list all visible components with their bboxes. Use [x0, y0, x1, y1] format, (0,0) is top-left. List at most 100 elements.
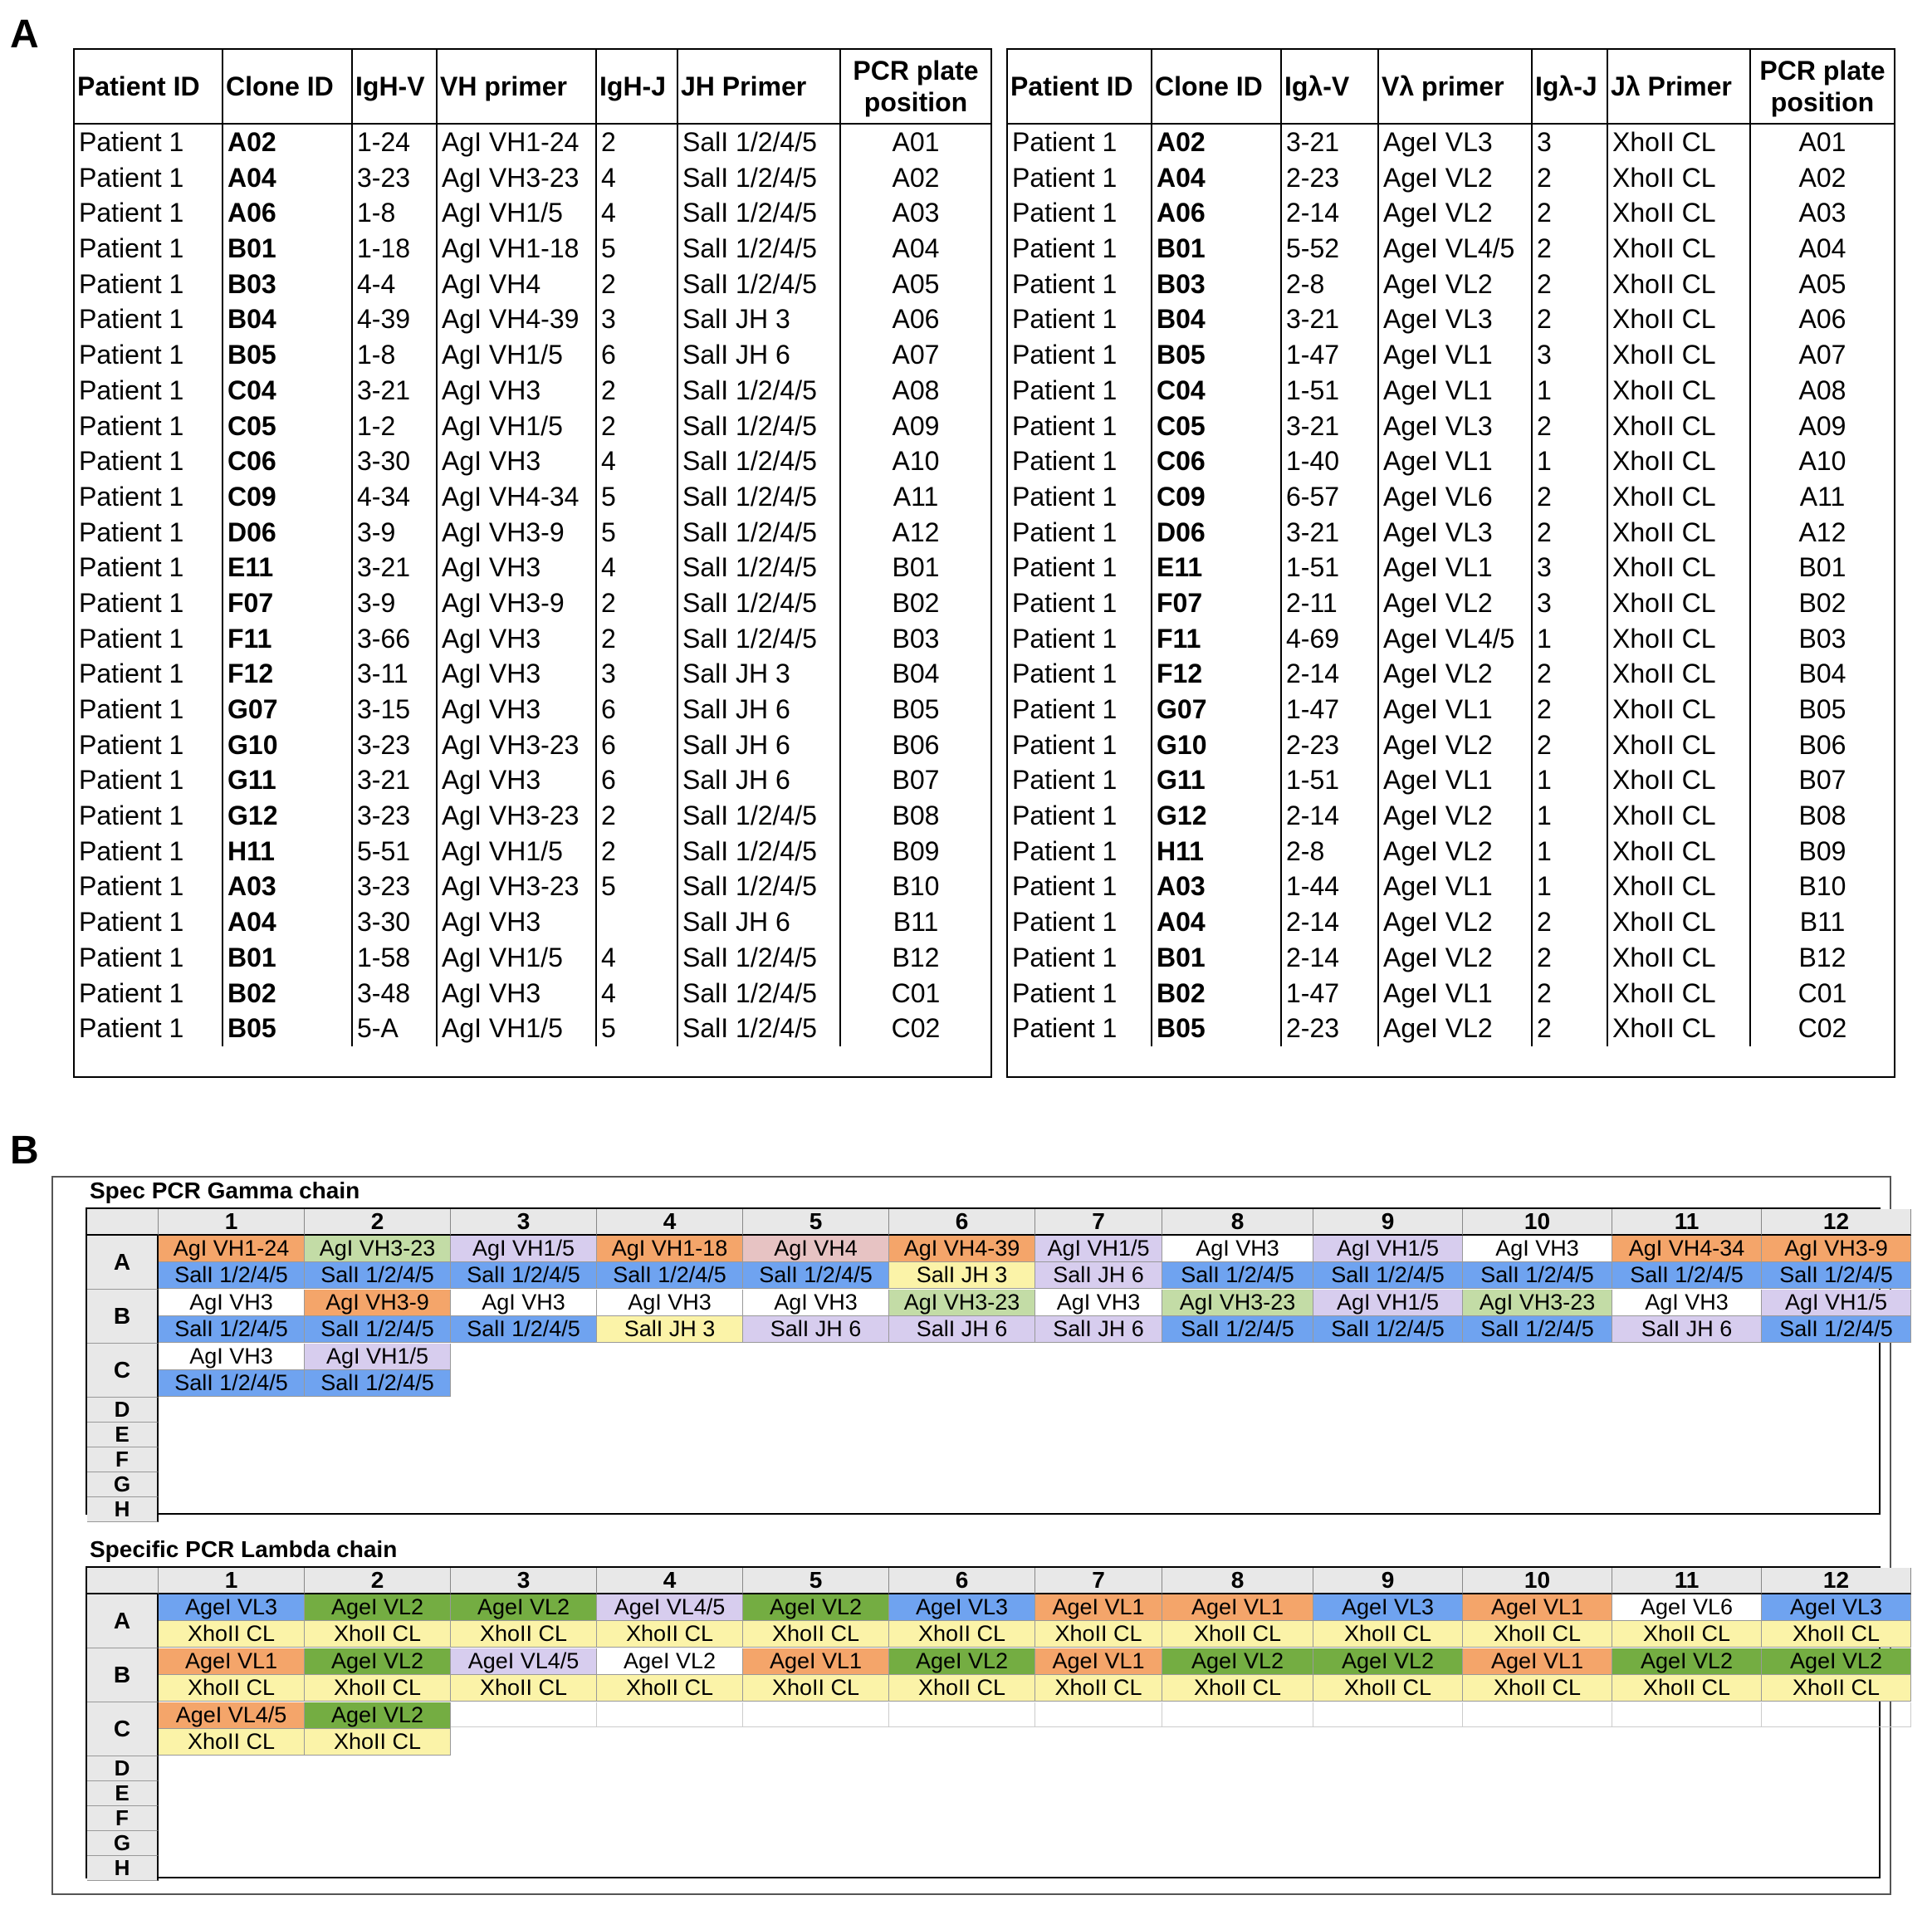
v-primer-label: AgI VH3	[1035, 1290, 1162, 1316]
empty-well	[597, 1781, 743, 1805]
table-row: Patient 1 B03 2-8 AgeI VL2 2 XhoII CL A05	[1008, 266, 1894, 302]
table-cell: A12	[839, 514, 990, 551]
empty-well	[1463, 1497, 1612, 1521]
table-cell: G11	[1151, 762, 1281, 799]
table-cell: AgI VH1/5	[436, 939, 596, 976]
empty-well	[1463, 1447, 1612, 1472]
table-cell: XhoII CL	[1607, 195, 1750, 232]
table-cell: B02	[1151, 975, 1281, 1011]
table-cell: Patient 1	[1012, 410, 1118, 441]
table-cell: AgeI VL3	[1377, 514, 1532, 551]
plate-well: AgeI VL1 XhoII CL	[1463, 1594, 1612, 1648]
table-cell: F12	[1151, 656, 1281, 692]
table-cell: Patient 1	[79, 162, 184, 193]
table-cell: AgI VH3	[436, 975, 596, 1011]
plate-column-header: 12	[1762, 1209, 1911, 1236]
v-primer-label: AgI VH1/5	[1035, 1236, 1162, 1262]
table-cell: 1	[1531, 869, 1607, 905]
plate-row-header: C	[87, 1344, 159, 1398]
v-primer-label: AgeI VL3	[889, 1594, 1034, 1621]
table-row: Patient 1 C04 3-21 AgI VH3 2 SalI 1/2/4/5 A08	[75, 372, 990, 409]
table-cell: A05	[1749, 266, 1894, 302]
empty-well	[889, 1781, 1035, 1805]
table-cell: Patient 1	[1012, 481, 1118, 512]
table-cell: AgeI VL3	[1377, 301, 1532, 338]
v-primer-label: AgI VH3	[743, 1290, 888, 1316]
j-primer-label: SalI 1/2/4/5	[305, 1316, 450, 1342]
j-primer-label: XhoII CL	[1035, 1621, 1162, 1647]
table-cell: 4-4	[351, 266, 437, 302]
table-row: Patient 1 C04 1-51 AgeI VL1 1 XhoII CL A08	[1008, 372, 1894, 409]
j-primer-label: XhoII CL	[1463, 1621, 1612, 1647]
empty-well	[1612, 1781, 1762, 1805]
table-cell: B07	[1749, 762, 1894, 799]
empty-well	[889, 1806, 1035, 1830]
table-cell: C02	[839, 1011, 990, 1046]
empty-well	[451, 1856, 597, 1880]
table-cell: Patient 1	[1012, 268, 1118, 299]
empty-well	[743, 1806, 889, 1830]
empty-well	[1035, 1344, 1162, 1397]
table-cell: Patient 1	[1012, 233, 1118, 264]
empty-well	[305, 1756, 451, 1780]
table-cell: AgI VH1/5	[436, 195, 596, 232]
table-cell: AgI VH1/5	[436, 833, 596, 869]
empty-well	[1035, 1398, 1162, 1422]
empty-well	[1313, 1447, 1463, 1472]
table-cell: 4-69	[1280, 620, 1378, 657]
table-cell: AgeI VL1	[1377, 443, 1532, 479]
table-cell: 2-14	[1280, 904, 1378, 940]
plate-well: AgeI VL2 XhoII CL	[1612, 1648, 1762, 1702]
empty-well	[451, 1472, 597, 1496]
j-primer-label: XhoII CL	[159, 1675, 304, 1701]
table-cell: F12	[222, 656, 352, 692]
table-cell: SalI JH 3	[677, 301, 840, 338]
plate-column-header: 1	[159, 1209, 305, 1236]
table-row: Patient 1 G10 3-23 AgI VH3-23 6 SalI JH 6 B06	[75, 727, 990, 763]
table-cell: 3-15	[351, 692, 437, 727]
j-primer-label: SalI 1/2/4/5	[743, 1262, 888, 1288]
table-cell: SalI 1/2/4/5	[677, 939, 840, 976]
table-cell: 2-23	[1280, 727, 1378, 763]
table-row: Patient 1 C06 3-30 AgI VH3 4 SalI 1/2/4/5 A10	[75, 443, 990, 479]
plate-well: AgI VH4 SalI 1/2/4/5	[743, 1236, 889, 1289]
table-cell: 2	[595, 124, 677, 160]
plate-row-header: H	[87, 1856, 159, 1881]
table-cell: AgI VH3-23	[436, 159, 596, 196]
j-primer-label: XhoII CL	[1162, 1675, 1313, 1701]
table-cell: AgeI VL2	[1377, 1011, 1532, 1046]
empty-well	[159, 1472, 305, 1496]
empty-well	[1612, 1497, 1762, 1521]
table-cell: 5-51	[351, 833, 437, 869]
table-cell: 2	[1531, 301, 1607, 338]
empty-well	[1612, 1423, 1762, 1447]
plate-well: AgeI VL2 XhoII CL	[743, 1594, 889, 1648]
table-cell: 1-51	[1280, 550, 1378, 585]
table-cell: 3-21	[351, 372, 437, 409]
table-cell: 3	[595, 656, 677, 692]
table-cell: B03	[222, 266, 352, 302]
v-primer-label: AgI VH1/5	[1762, 1290, 1910, 1316]
j-primer-label: SalI JH 6	[889, 1316, 1034, 1342]
v-primer-label: AgI VH3-23	[1463, 1290, 1612, 1316]
table-cell: B09	[1749, 833, 1894, 869]
plate-well: AgeI VL3 XhoII CL	[889, 1594, 1035, 1648]
v-primer-label: AgeI VL1	[1035, 1648, 1162, 1675]
table-cell: AgI VH3	[436, 372, 596, 409]
table-cell: F11	[222, 620, 352, 657]
table-cell: AgI VH3	[436, 762, 596, 799]
plate-well: AgeI VL1 XhoII CL	[1463, 1648, 1612, 1702]
table-cell: Patient 1	[1012, 587, 1118, 618]
table-cell: B10	[839, 869, 990, 905]
plate-column-header: 11	[1612, 1568, 1762, 1594]
j-primer-label: XhoII CL	[597, 1621, 742, 1647]
table-cell: AgeI VL2	[1377, 939, 1532, 976]
plate-well: AgI VH3-23 SalI 1/2/4/5	[305, 1236, 451, 1289]
plate-well: AgeI VL2 XhoII CL	[305, 1648, 451, 1702]
table-cell: C06	[222, 443, 352, 479]
table-cell: AgI VH3-9	[436, 514, 596, 551]
empty-well	[743, 1702, 889, 1727]
table-cell: 1-2	[351, 408, 437, 444]
table-row: Patient 1 B04 3-21 AgeI VL3 2 XhoII CL A06	[1008, 301, 1894, 338]
plate-row-header: F	[87, 1806, 159, 1831]
